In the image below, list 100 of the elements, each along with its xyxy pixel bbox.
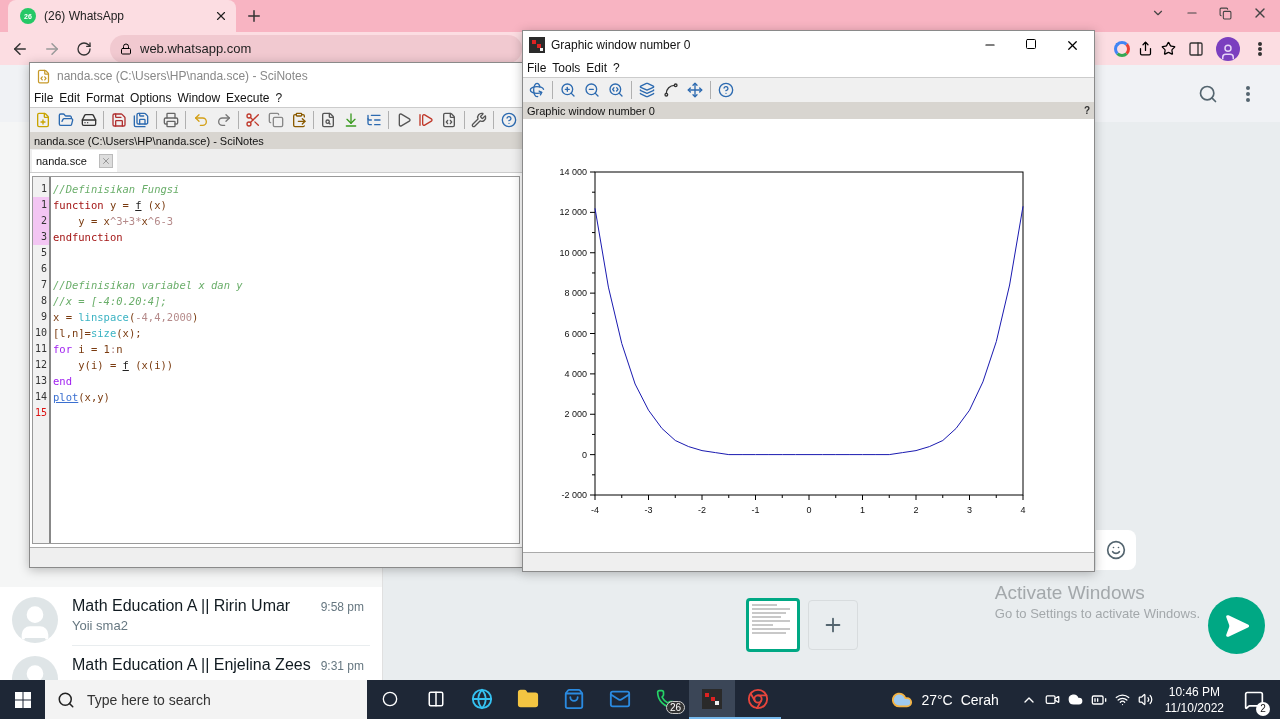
- code-editor[interactable]: [32, 176, 520, 544]
- line-number: 7: [39, 278, 48, 292]
- rotate-icon: [529, 82, 545, 98]
- clock-date: 11/10/2022: [1164, 699, 1224, 716]
- tick-label: 2: [913, 505, 919, 515]
- chrome-icon: [747, 687, 769, 710]
- window-title: Graphic window number 0: [551, 38, 691, 52]
- line-number: 8: [39, 294, 48, 308]
- tick-label: -4: [591, 505, 599, 515]
- tick-label: 12 000: [559, 207, 587, 218]
- code-line: function y = f (x): [53, 198, 167, 213]
- profile-avatar[interactable]: [1216, 36, 1240, 61]
- line-number: 5: [39, 246, 48, 260]
- tick-label: 14 000: [559, 167, 587, 177]
- send-button[interactable]: [1208, 597, 1265, 654]
- close-tab-button[interactable]: [98, 154, 113, 168]
- scilab-icon: [529, 37, 545, 53]
- caption-field[interactable]: [1096, 530, 1136, 570]
- tick-label: 0: [582, 449, 587, 460]
- menu-item[interactable]: Options: [130, 91, 172, 105]
- menu-item[interactable]: Format: [86, 91, 125, 105]
- cloud-icon[interactable]: [1067, 692, 1083, 707]
- address-bar[interactable]: web.whatsapp.com: [110, 34, 522, 63]
- add-button[interactable]: [808, 600, 858, 650]
- image-thumbnail[interactable]: [746, 598, 800, 652]
- menu-item[interactable]: Execute: [226, 91, 270, 105]
- redo-icon: [215, 112, 232, 128]
- code-line: y = x^3+3*x^6-3: [77, 214, 174, 229]
- line-number: 1: [39, 182, 48, 196]
- menu-item[interactable]: File: [527, 61, 547, 75]
- wifi-icon[interactable]: [1114, 692, 1130, 707]
- tick-label: -2 000: [561, 490, 587, 500]
- circle-icon: [382, 690, 398, 707]
- reload-icon: [76, 40, 92, 57]
- taskbar-search-field[interactable]: Type here to search: [45, 680, 367, 719]
- scilab-icon: [702, 688, 722, 709]
- windows-logo-icon: [14, 691, 31, 708]
- menu-item[interactable]: ?: [613, 61, 620, 75]
- chat-preview: Yoii sma2: [72, 618, 129, 633]
- emoji-icon[interactable]: [1106, 540, 1126, 560]
- window-title: nanda.sce (C:\Users\HP\nanda.sce) - SciNotes: [57, 69, 308, 83]
- menu-item[interactable]: Window: [177, 91, 221, 105]
- tick-label: -1: [751, 505, 760, 515]
- file-tab[interactable]: nanda.sce: [32, 150, 117, 172]
- notifications-button[interactable]: 2: [1236, 681, 1272, 718]
- tick-label: 0: [806, 505, 812, 515]
- menu-item[interactable]: File: [34, 91, 54, 105]
- move-icon: [687, 82, 703, 98]
- menu-item[interactable]: Tools: [552, 61, 581, 75]
- folder-icon: [58, 112, 75, 128]
- new-file-icon: [35, 112, 52, 128]
- code-line: //x = [-4:0.20:4];: [53, 294, 167, 309]
- zoom-out-icon: [584, 82, 600, 98]
- find-icon: [320, 112, 337, 128]
- code-line: endfunction: [53, 230, 123, 245]
- print-icon: [163, 112, 180, 128]
- help-mark[interactable]: ?: [1083, 105, 1090, 116]
- star-icon[interactable]: [1161, 41, 1176, 56]
- maximize-icon[interactable]: [1025, 37, 1037, 50]
- chat-name: Math Education A || Enjelina Zees: [72, 656, 311, 674]
- line-number: 11: [33, 342, 48, 356]
- chat-item[interactable]: Math Education A || Ririn Umar 9:58 pm Yoii sma2: [0, 587, 382, 646]
- search-icon: [1198, 83, 1218, 104]
- taskbar-app[interactable]: 26: [643, 680, 689, 719]
- drive-icon: [80, 112, 97, 128]
- code-line: end: [53, 374, 72, 389]
- zoom-in-icon: [560, 82, 576, 98]
- menu-item[interactable]: Edit: [586, 61, 608, 75]
- notification-count: 2: [1256, 701, 1270, 716]
- line-number: 9: [39, 310, 48, 324]
- paste-icon: [290, 112, 307, 128]
- google-icon[interactable]: [1114, 40, 1130, 57]
- restore-icon[interactable]: [1219, 6, 1232, 20]
- code-line: //Definisikan Fungsi: [53, 182, 180, 197]
- store-icon: [563, 687, 585, 710]
- plus-icon: [245, 7, 263, 25]
- volume-icon[interactable]: [1137, 692, 1153, 707]
- camera-icon[interactable]: [1044, 692, 1060, 707]
- help-icon: [718, 82, 734, 98]
- menu-item[interactable]: Edit: [59, 91, 81, 105]
- info-text: Graphic window number 0: [527, 104, 655, 117]
- share-icon[interactable]: [1138, 41, 1153, 56]
- chat-name: Math Education A || Ririn Umar: [72, 597, 291, 615]
- line-number: 14: [33, 390, 48, 404]
- file-path: nanda.sce (C:\Users\HP\nanda.sce) - SciNotes: [34, 134, 264, 147]
- code-line: for i = 1:n: [53, 342, 123, 357]
- taskbar-app[interactable]: [689, 680, 735, 719]
- chat-time: 9:58 pm: [320, 600, 364, 614]
- step-icon: [418, 112, 435, 128]
- tick-label: 8 000: [564, 288, 587, 299]
- code-line: y(i) = f (x(i)): [77, 358, 174, 373]
- tick-label: 4: [1020, 505, 1026, 515]
- line-number: 10: [33, 326, 48, 340]
- side-panel-icon: [1188, 40, 1204, 57]
- clock-time: 10:46 PM: [1168, 683, 1221, 700]
- search-placeholder: Type here to search: [87, 691, 211, 708]
- close-icon[interactable]: [214, 9, 228, 23]
- clock[interactable]: 10:46 PM 11/10/2022: [1164, 683, 1224, 716]
- menu-item[interactable]: ?: [275, 91, 283, 105]
- line-number: 3: [33, 229, 49, 245]
